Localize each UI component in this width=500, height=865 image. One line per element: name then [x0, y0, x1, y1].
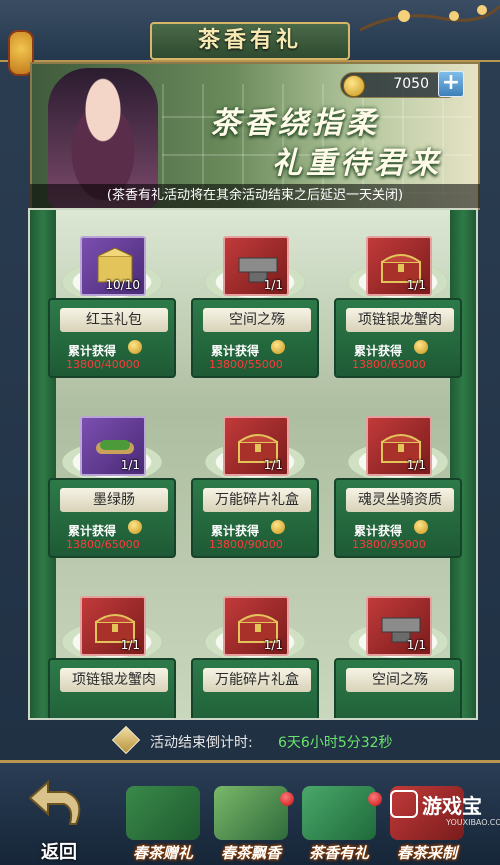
item-slot[interactable]: 1/1: [80, 416, 146, 476]
card-body: 空间之殇累计获得 13800/55000: [191, 298, 319, 378]
item-count: 1/1: [406, 278, 426, 292]
coin-icon: [128, 520, 142, 534]
item-count: 1/1: [120, 458, 140, 472]
item-count: 10/10: [105, 278, 140, 292]
coin-icon: [128, 340, 142, 354]
accumulate-label: 累计获得: [211, 524, 260, 538]
reward-card[interactable]: 1/1 万能碎片礼盒累计获得 13800/90000: [187, 416, 323, 566]
item-count: 1/1: [263, 638, 283, 652]
tab-label: 春茶飘香: [220, 844, 281, 862]
item-slot[interactable]: 1/1: [366, 596, 432, 656]
watermark: 游戏宝 YOUXIBAO.COM: [390, 786, 500, 836]
item-slot[interactable]: 1/1: [223, 416, 289, 476]
reward-card[interactable]: 1/1 空间之殇累计获得 13800/55000: [187, 236, 323, 386]
reward-progress: 13800/55000: [209, 358, 283, 371]
reward-progress: 13800/65000: [66, 538, 140, 551]
reward-card[interactable]: 1/1 空间之殇: [330, 596, 466, 718]
countdown-label: 活动结束倒计时:: [150, 735, 253, 751]
card-body: 万能碎片礼盒: [191, 658, 319, 718]
card-body: 项链银龙蟹肉累计获得 13800/65000: [334, 298, 462, 378]
card-body: 项链银龙蟹肉: [48, 658, 176, 718]
reward-card[interactable]: 1/1 项链银龙蟹肉: [44, 596, 180, 718]
tab-2[interactable]: 春茶飘香: [208, 786, 294, 865]
countdown-bar: 活动结束倒计时: 6天6小时5分32秒: [100, 725, 420, 756]
accumulate-label: 累计获得: [211, 344, 260, 358]
diamond-icon: [111, 725, 141, 755]
back-label: 返回: [41, 842, 77, 863]
reward-name: 空间之殇: [346, 668, 454, 692]
reward-progress: 13800/95000: [352, 538, 426, 551]
event-notice: (茶香有礼活动将在其余活动结束之后延迟一天关闭): [30, 184, 480, 208]
tab-label: 春茶赠礼: [132, 844, 193, 862]
watermark-logo-icon: [390, 790, 418, 818]
notification-dot: [280, 792, 294, 806]
reward-panel: 10/10 红玉礼包 累计获得 13800/40000 1/1 空间之殇 累计获得 13800…: [28, 208, 478, 720]
slogan-line-1: 茶香绕指柔: [210, 106, 380, 141]
reward-name: 万能碎片礼盒: [203, 668, 311, 692]
reward-card[interactable]: 1/1 项链银龙蟹肉累计获得 13800/65000: [330, 236, 466, 386]
gift-box-icon: [126, 786, 200, 840]
tea-leaves-icon: [302, 786, 376, 840]
accumulate-label: 累计获得: [68, 344, 117, 358]
game-window: 茶香有礼 7050 + 茶香绕指柔 礼重待君来 (茶香有礼活动将在其余活动结束之…: [0, 0, 500, 865]
reward-name: 万能碎片礼盒: [203, 488, 311, 512]
countdown-value: 6天6小时5分32秒: [278, 735, 393, 751]
item-count: 1/1: [263, 278, 283, 292]
tab-1[interactable]: 春茶赠礼: [120, 786, 206, 865]
card-body: 墨绿肠累计获得 13800/65000: [48, 478, 176, 558]
reward-name: 空间之殇: [203, 308, 311, 332]
tab-label: 春茶采制: [396, 844, 457, 862]
card-body: 万能碎片礼盒累计获得 13800/90000: [191, 478, 319, 558]
item-slot[interactable]: 1/1: [223, 236, 289, 296]
reward-name: 魂灵坐骑资质: [346, 488, 454, 512]
coin-icon: [414, 520, 428, 534]
reward-card[interactable]: 1/1 魂灵坐骑资质累计获得 13800/95000: [330, 416, 466, 566]
reward-progress: 13800/40000: [66, 358, 140, 371]
add-currency-button[interactable]: +: [438, 71, 464, 97]
back-button[interactable]: 返回: [18, 776, 100, 863]
reward-name: 项链银龙蟹肉: [60, 668, 168, 692]
tab-label: 茶香有礼: [308, 844, 369, 862]
currency-value: 7050: [393, 76, 429, 92]
coin-icon: [343, 75, 365, 97]
reward-name: 墨绿肠: [60, 488, 168, 512]
tab-3[interactable]: 茶香有礼: [296, 786, 382, 865]
reward-card[interactable]: 1/1 墨绿肠累计获得 13800/65000: [44, 416, 180, 566]
coin-icon: [414, 340, 428, 354]
reward-progress: 13800/65000: [352, 358, 426, 371]
accumulate-label: 累计获得: [68, 524, 117, 538]
item-count: 1/1: [120, 638, 140, 652]
accumulate-label: 累计获得: [354, 524, 403, 538]
reward-card[interactable]: 1/1 万能碎片礼盒: [187, 596, 323, 718]
item-count: 1/1: [263, 458, 283, 472]
notification-dot: [368, 792, 382, 806]
item-slot[interactable]: 10/10: [80, 236, 146, 296]
plum-branch-icon: [360, 4, 500, 32]
item-count: 1/1: [406, 638, 426, 652]
item-slot[interactable]: 1/1: [223, 596, 289, 656]
coin-icon: [271, 520, 285, 534]
accumulate-label: 累计获得: [354, 344, 403, 358]
watermark-url: YOUXIBAO.COM: [446, 818, 500, 827]
reward-progress: 13800/90000: [209, 538, 283, 551]
title-bar: 茶香有礼: [0, 0, 500, 76]
card-body: 红玉礼包累计获得 13800/40000: [48, 298, 176, 378]
card-body: 空间之殇: [334, 658, 462, 718]
coin-icon: [271, 340, 285, 354]
back-arrow-icon: [28, 780, 81, 825]
reward-name: 项链银龙蟹肉: [346, 308, 454, 332]
teacup-icon: [214, 786, 288, 840]
reward-name: 红玉礼包: [60, 308, 168, 332]
card-body: 魂灵坐骑资质累计获得 13800/95000: [334, 478, 462, 558]
item-slot[interactable]: 1/1: [366, 236, 432, 296]
watermark-text: 游戏宝: [422, 794, 482, 818]
item-count: 1/1: [406, 458, 426, 472]
reward-card[interactable]: 10/10 红玉礼包累计获得 13800/40000: [44, 236, 180, 386]
page-title: 茶香有礼: [150, 22, 350, 60]
slogan-line-2: 礼重待君来: [272, 146, 442, 181]
item-slot[interactable]: 1/1: [80, 596, 146, 656]
item-slot[interactable]: 1/1: [366, 416, 432, 476]
